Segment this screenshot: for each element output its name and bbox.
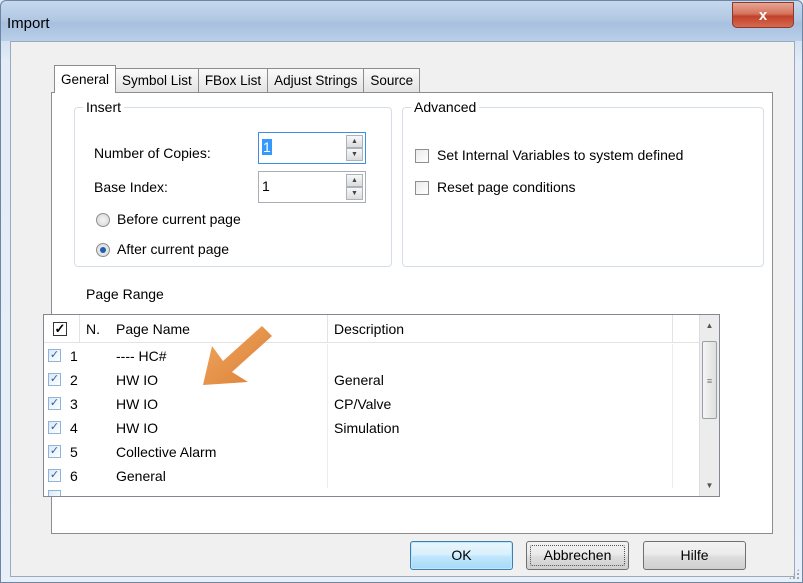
set-internal-variables-label[interactable]: Set Internal Variables to system defined: [437, 147, 683, 163]
row-checkbox[interactable]: ✓: [48, 421, 61, 434]
before-current-page-label[interactable]: Before current page: [117, 211, 241, 227]
row-page-name: General: [116, 464, 328, 488]
after-current-page-radio[interactable]: [96, 243, 110, 257]
header-select-all[interactable]: ✓: [44, 315, 80, 343]
reset-page-conditions-checkbox[interactable]: [415, 181, 429, 195]
row-description: CP/Valve: [334, 392, 673, 416]
insert-legend: Insert: [86, 99, 122, 115]
advanced-legend: Advanced: [414, 99, 477, 115]
copies-label: Number of Copies:: [94, 145, 211, 161]
spin-up-icon[interactable]: ▲: [346, 174, 363, 187]
focus-rectangle: [530, 545, 625, 566]
help-button-label: Hilfe: [680, 547, 709, 563]
set-internal-variables-checkbox[interactable]: [415, 149, 429, 163]
row-checkbox[interactable]: ✓: [48, 349, 61, 362]
tab-source[interactable]: Source: [363, 68, 421, 93]
row-number: 5: [70, 444, 78, 460]
dialog-client-area: General Symbol List FBox List Adjust Str…: [10, 41, 795, 577]
spin-up-icon[interactable]: ▲: [346, 135, 363, 148]
row-number: 6: [70, 468, 78, 484]
row-number: 2: [70, 372, 78, 388]
tab-fbox-list[interactable]: FBox List: [197, 68, 269, 93]
tab-general[interactable]: General: [54, 65, 117, 93]
row-page-name: Collective Alarm: [116, 440, 328, 464]
ok-button-label: OK: [451, 547, 472, 563]
row-checkbox[interactable]: ✓: [48, 469, 61, 482]
column-header-description[interactable]: Description: [328, 315, 673, 343]
row-page-name: HW IO: [116, 392, 328, 416]
row-checkbox[interactable]: ✓: [48, 373, 61, 386]
table-header: ✓ N. Page Name Description: [44, 315, 699, 343]
import-dialog: Import x General Symbol List FBox List A…: [0, 0, 803, 583]
cancel-button[interactable]: Abbrechen: [526, 541, 629, 570]
tab-strip: General Symbol List FBox List Adjust Str…: [54, 65, 421, 93]
row-number: 4: [70, 420, 78, 436]
column-header-n[interactable]: N.: [80, 315, 110, 343]
row-page-name: ---- HC#: [116, 344, 328, 368]
page-range-label: Page Range: [86, 286, 164, 302]
row-description: General: [334, 368, 673, 392]
base-index-stepper[interactable]: 1 ▲ ▼: [258, 171, 366, 203]
row-page-name: HW IO: [116, 416, 328, 440]
ok-button[interactable]: OK: [410, 541, 513, 570]
title-bar[interactable]: Import x: [1, 1, 802, 41]
table-row[interactable]: ✓ 5 Collective Alarm: [44, 440, 699, 464]
before-current-page-radio[interactable]: [96, 213, 110, 227]
table-row[interactable]: ✓ 6 General: [44, 464, 699, 488]
row-description: [334, 344, 673, 368]
table-row[interactable]: ✓ 4 HW IO Simulation: [44, 416, 699, 440]
after-current-page-label[interactable]: After current page: [117, 241, 229, 257]
row-description: [334, 440, 673, 464]
window-title: Import: [7, 15, 50, 32]
scroll-down-icon[interactable]: ▼: [701, 477, 718, 494]
table-row[interactable]: ✓ 3 HW IO CP/Valve: [44, 392, 699, 416]
row-description: [334, 464, 673, 488]
copies-stepper[interactable]: 1 ▲ ▼: [258, 132, 366, 164]
spin-down-icon[interactable]: ▼: [346, 148, 363, 161]
close-button[interactable]: x: [732, 2, 794, 28]
copies-spin-arrows: ▲ ▼: [346, 135, 363, 161]
base-index-label: Base Index:: [94, 179, 168, 195]
row-page-name: HW IO: [116, 368, 328, 392]
base-index-value[interactable]: 1: [262, 178, 270, 194]
base-index-spin-arrows: ▲ ▼: [346, 174, 363, 200]
scroll-thumb[interactable]: ≡: [702, 341, 717, 419]
select-all-checkbox[interactable]: ✓: [53, 322, 67, 336]
reset-page-conditions-label[interactable]: Reset page conditions: [437, 179, 576, 195]
table-vertical-scrollbar[interactable]: ▲ ≡ ▼: [699, 315, 719, 496]
row-number: 3: [70, 396, 78, 412]
copies-value[interactable]: 1: [262, 139, 272, 155]
row-checkbox[interactable]: ✓: [48, 445, 61, 458]
spin-down-icon[interactable]: ▼: [346, 187, 363, 200]
column-header-page-name[interactable]: Page Name: [110, 315, 328, 343]
help-button[interactable]: Hilfe: [643, 541, 746, 570]
table-row[interactable]: ✓ 2 HW IO General: [44, 368, 699, 392]
table-row-partial[interactable]: [44, 488, 699, 496]
table-row[interactable]: ✓ 1 ---- HC#: [44, 344, 699, 368]
tab-symbol-list[interactable]: Symbol List: [115, 68, 199, 93]
scroll-up-icon[interactable]: ▲: [701, 317, 718, 334]
row-checkbox[interactable]: ✓: [48, 397, 61, 410]
tab-adjust-strings[interactable]: Adjust Strings: [267, 68, 365, 93]
row-checkbox[interactable]: [48, 490, 61, 496]
row-number: 1: [70, 348, 78, 364]
page-range-table[interactable]: ✓ N. Page Name Description ✓ 1 ---- HC# …: [43, 314, 720, 497]
row-description: Simulation: [334, 416, 673, 440]
close-icon: x: [758, 6, 768, 24]
